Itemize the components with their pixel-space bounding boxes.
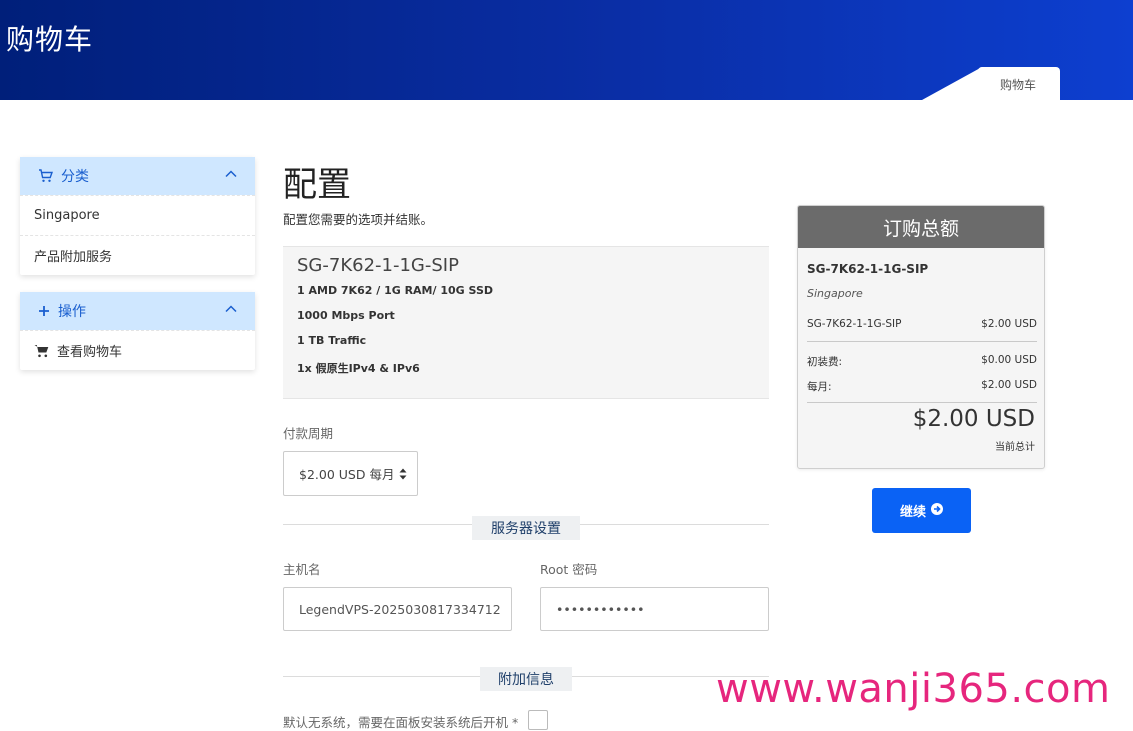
- additional-info-heading: 附加信息: [480, 667, 572, 691]
- order-summary-title: 订购总额: [798, 206, 1044, 248]
- sidebar-item-label: 查看购物车: [57, 345, 123, 360]
- header-title: 购物车: [6, 23, 94, 56]
- sidebar-item-label: Singapore: [34, 208, 100, 223]
- hostname-input[interactable]: LegendVPS-2025030817334712: [283, 587, 512, 631]
- os-note-label: 默认无系统，需要在面板安装系统后开机 *: [283, 715, 519, 730]
- cart-icon: [38, 169, 53, 183]
- billing-cycle-select[interactable]: $2.00 USD 每月: [283, 451, 418, 496]
- summary-monthly-price: $2.00 USD: [981, 379, 1037, 391]
- product-info-box: SG-7K62-1-1G-SIP 1 AMD 7K62 / 1G RAM/ 10…: [283, 246, 769, 399]
- sort-arrows-icon: [399, 468, 407, 483]
- summary-monthly-label: 每月:: [807, 381, 832, 393]
- breadcrumb-tab-slant: [922, 67, 982, 100]
- summary-line-item: SG-7K62-1-1G-SIP $2.00 USD: [807, 318, 1037, 330]
- hostname-value: LegendVPS-2025030817334712: [299, 601, 501, 617]
- product-spec: 1000 Mbps Port: [297, 309, 395, 322]
- chevron-up-icon[interactable]: [225, 168, 237, 184]
- billing-cycle-value: $2.00 USD 每月: [299, 467, 395, 482]
- chevron-up-icon[interactable]: [225, 303, 237, 319]
- hostname-label: 主机名: [283, 562, 321, 577]
- product-spec: 1 AMD 7K62 / 1G RAM/ 10G SSD: [297, 284, 494, 297]
- summary-setup-fee: 初装费: $0.00 USD: [807, 354, 1037, 369]
- summary-setup-label: 初装费:: [807, 356, 843, 368]
- summary-line-label: SG-7K62-1-1G-SIP: [807, 318, 902, 330]
- summary-line-price: $2.00 USD: [981, 318, 1037, 330]
- summary-divider: [807, 341, 1037, 342]
- summary-setup-price: $0.00 USD: [981, 354, 1037, 366]
- order-summary: 订购总额 SG-7K62-1-1G-SIP Singapore SG-7K62-…: [797, 205, 1045, 469]
- categories-panel-header[interactable]: 分类: [20, 157, 255, 195]
- product-spec: 1 TB Traffic: [297, 334, 367, 347]
- sidebar-item-singapore[interactable]: Singapore: [20, 195, 255, 235]
- continue-button[interactable]: 继续: [872, 488, 971, 533]
- watermark-text: www.wanji365.com: [716, 666, 1111, 712]
- summary-divider: [807, 402, 1037, 403]
- shopping-cart-icon: [34, 344, 49, 358]
- arrow-right-circle-icon: [931, 503, 943, 518]
- product-spec: 1x 假原生IPv4 & IPv6: [297, 362, 420, 375]
- summary-monthly: 每月: $2.00 USD: [807, 379, 1037, 394]
- page-header: 购物车 购物车: [0, 0, 1133, 100]
- actions-panel: 操作 查看购物车: [20, 292, 255, 370]
- os-note-checkbox[interactable]: [528, 710, 548, 730]
- summary-product-group: Singapore: [807, 287, 863, 300]
- product-name: SG-7K62-1-1G-SIP: [297, 255, 459, 276]
- sidebar-item-label: 产品附加服务: [34, 250, 113, 265]
- actions-panel-header[interactable]: 操作: [20, 292, 255, 330]
- server-settings-heading: 服务器设置: [472, 516, 580, 540]
- summary-total-label: 当前总计: [995, 442, 1035, 453]
- continue-button-label: 继续: [899, 504, 926, 519]
- sidebar-item-addons[interactable]: 产品附加服务: [20, 235, 255, 275]
- breadcrumb[interactable]: 购物车: [1000, 76, 1036, 93]
- page-title: 配置: [283, 165, 351, 205]
- billing-cycle-label: 付款周期: [283, 426, 334, 441]
- root-password-label: Root 密码: [540, 562, 598, 577]
- root-password-value: ••••••••••••: [556, 601, 645, 617]
- categories-panel-title: 分类: [61, 169, 89, 185]
- root-password-input[interactable]: ••••••••••••: [540, 587, 769, 631]
- summary-total: $2.00 USD: [912, 406, 1035, 432]
- plus-icon: [38, 305, 50, 317]
- sidebar-item-view-cart[interactable]: 查看购物车: [20, 330, 255, 370]
- categories-panel: 分类 Singapore 产品附加服务: [20, 157, 255, 275]
- summary-product-name: SG-7K62-1-1G-SIP: [807, 262, 929, 276]
- page-subtitle: 配置您需要的选项并结账。: [283, 212, 434, 227]
- actions-panel-title: 操作: [58, 304, 86, 320]
